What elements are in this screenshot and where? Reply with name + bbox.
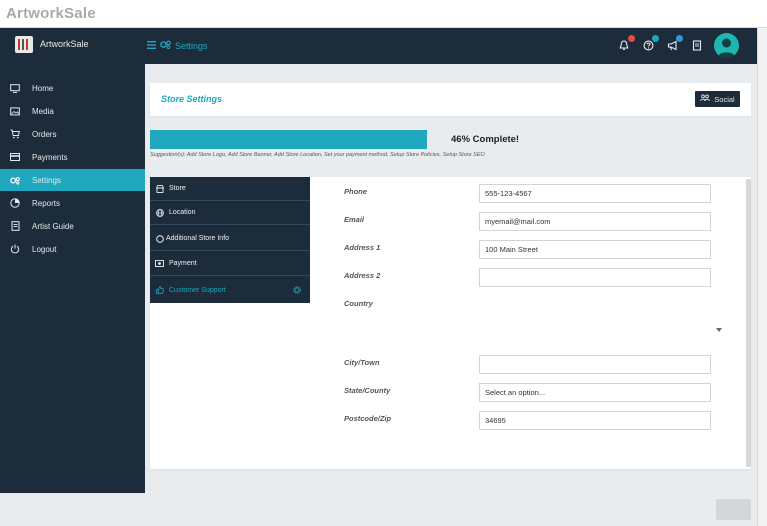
phone-label: Phone bbox=[344, 187, 367, 196]
sidebar-item-logout[interactable]: Logout bbox=[0, 238, 145, 260]
profile-progress-bar bbox=[150, 130, 427, 149]
sidebar-item-reports[interactable]: Reports bbox=[0, 192, 145, 214]
store-icon bbox=[155, 184, 164, 193]
city-field[interactable] bbox=[479, 355, 711, 374]
window-titlebar: ArtworkSale bbox=[0, 0, 767, 28]
phone-field[interactable] bbox=[479, 184, 711, 203]
sidebar-item-label: Artist Guide bbox=[32, 221, 74, 231]
save-button[interactable] bbox=[716, 499, 751, 520]
pie-chart-icon bbox=[10, 198, 20, 208]
gear-icon bbox=[293, 286, 301, 296]
sidebar-item-label: Home bbox=[32, 83, 54, 93]
email-field[interactable] bbox=[479, 212, 711, 231]
address1-label: Address 1 bbox=[344, 243, 381, 252]
power-icon bbox=[10, 244, 20, 254]
cart-icon bbox=[10, 129, 20, 139]
window-scrollbar[interactable] bbox=[757, 28, 767, 526]
help-icon[interactable] bbox=[643, 35, 659, 52]
monitor-icon bbox=[10, 83, 20, 93]
country-label: Country bbox=[344, 299, 373, 308]
sidebar-item-orders[interactable]: Orders bbox=[0, 123, 145, 145]
sidebar-item-payments[interactable]: Payments bbox=[0, 146, 145, 168]
announcement-badge bbox=[676, 35, 683, 42]
money-icon bbox=[155, 259, 164, 268]
tab-label: Payment bbox=[169, 260, 197, 267]
breadcrumb: Settings bbox=[147, 40, 208, 51]
store-settings-header: Store Settings Social bbox=[150, 83, 751, 116]
thumbs-up-icon bbox=[155, 286, 164, 295]
address2-label: Address 2 bbox=[344, 271, 381, 280]
form-scrollbar[interactable] bbox=[746, 179, 751, 467]
image-icon bbox=[10, 106, 20, 116]
top-navbar: ArtworkSale Settings bbox=[0, 28, 757, 64]
tab-label: Store bbox=[169, 185, 186, 192]
book-icon bbox=[10, 221, 20, 231]
notification-badge bbox=[628, 35, 635, 42]
page-title: Store Settings bbox=[161, 94, 223, 104]
sidebar-item-label: Payments bbox=[32, 152, 68, 162]
sidebar-item-label: Logout bbox=[32, 244, 57, 254]
email-label: Email bbox=[344, 215, 365, 224]
menu-toggle-icon[interactable] bbox=[147, 40, 156, 51]
address1-field[interactable] bbox=[479, 240, 711, 259]
address2-field[interactable] bbox=[479, 268, 711, 287]
window-title: ArtworkSale bbox=[6, 5, 96, 22]
document-icon[interactable] bbox=[692, 40, 704, 52]
suggestions-text: Suggestion(s): Add Store Logo, Add Store… bbox=[150, 152, 485, 158]
sidebar-item-label: Reports bbox=[32, 198, 61, 208]
postcode-label: Postcode/Zip bbox=[344, 414, 392, 423]
tab-label: Customer Support bbox=[169, 286, 226, 294]
globe-icon bbox=[155, 208, 164, 217]
state-label: State/County bbox=[344, 386, 391, 395]
app-name[interactable]: ArtworkSale bbox=[40, 39, 89, 49]
tab-additional-store-info[interactable]: Additional Store Info bbox=[150, 227, 310, 251]
state-select[interactable]: Select an option... bbox=[479, 383, 711, 402]
users-icon bbox=[700, 94, 711, 104]
sidebar-item-label: Settings bbox=[32, 175, 61, 185]
tab-label: Additional Store Info bbox=[166, 235, 230, 242]
tab-store[interactable]: Store bbox=[150, 177, 310, 201]
state-select-value: Select an option... bbox=[485, 388, 546, 397]
breadcrumb-label: Settings bbox=[175, 40, 208, 51]
tab-label: Location bbox=[169, 209, 196, 216]
scrollbar-thumb[interactable] bbox=[746, 179, 751, 467]
megaphone-icon[interactable] bbox=[667, 35, 683, 52]
card-icon bbox=[10, 152, 20, 162]
app-logo[interactable] bbox=[15, 36, 33, 53]
tab-customer-support[interactable]: Customer Support bbox=[150, 278, 310, 302]
sidebar-item-artist-guide[interactable]: Artist Guide bbox=[0, 215, 145, 237]
sidebar-item-settings[interactable]: Settings bbox=[0, 169, 145, 191]
postcode-field[interactable] bbox=[479, 411, 711, 430]
progress-text: 46% Complete! bbox=[451, 134, 520, 145]
sidebar-item-home[interactable]: Home bbox=[0, 77, 145, 99]
sidebar-item-media[interactable]: Media bbox=[0, 100, 145, 122]
circle-icon bbox=[155, 234, 164, 243]
gears-icon bbox=[10, 175, 20, 185]
bell-icon[interactable] bbox=[619, 35, 635, 52]
tab-location[interactable]: Location bbox=[150, 201, 310, 225]
social-button-label: Social bbox=[714, 94, 735, 104]
city-label: City/Town bbox=[344, 358, 380, 367]
sidebar-item-label: Media bbox=[32, 106, 54, 116]
social-button[interactable]: Social bbox=[695, 91, 740, 107]
help-badge bbox=[652, 35, 659, 42]
gears-icon bbox=[160, 40, 171, 51]
tab-payment[interactable]: Payment bbox=[150, 252, 310, 276]
sidebar-item-label: Orders bbox=[32, 129, 57, 139]
user-avatar[interactable] bbox=[714, 33, 739, 58]
settings-tabs: Store Location Additional Store Info Pay… bbox=[150, 177, 310, 303]
country-dropdown[interactable] bbox=[716, 328, 722, 332]
sidebar: Home Media Orders Payments Settings Repo… bbox=[0, 64, 145, 493]
